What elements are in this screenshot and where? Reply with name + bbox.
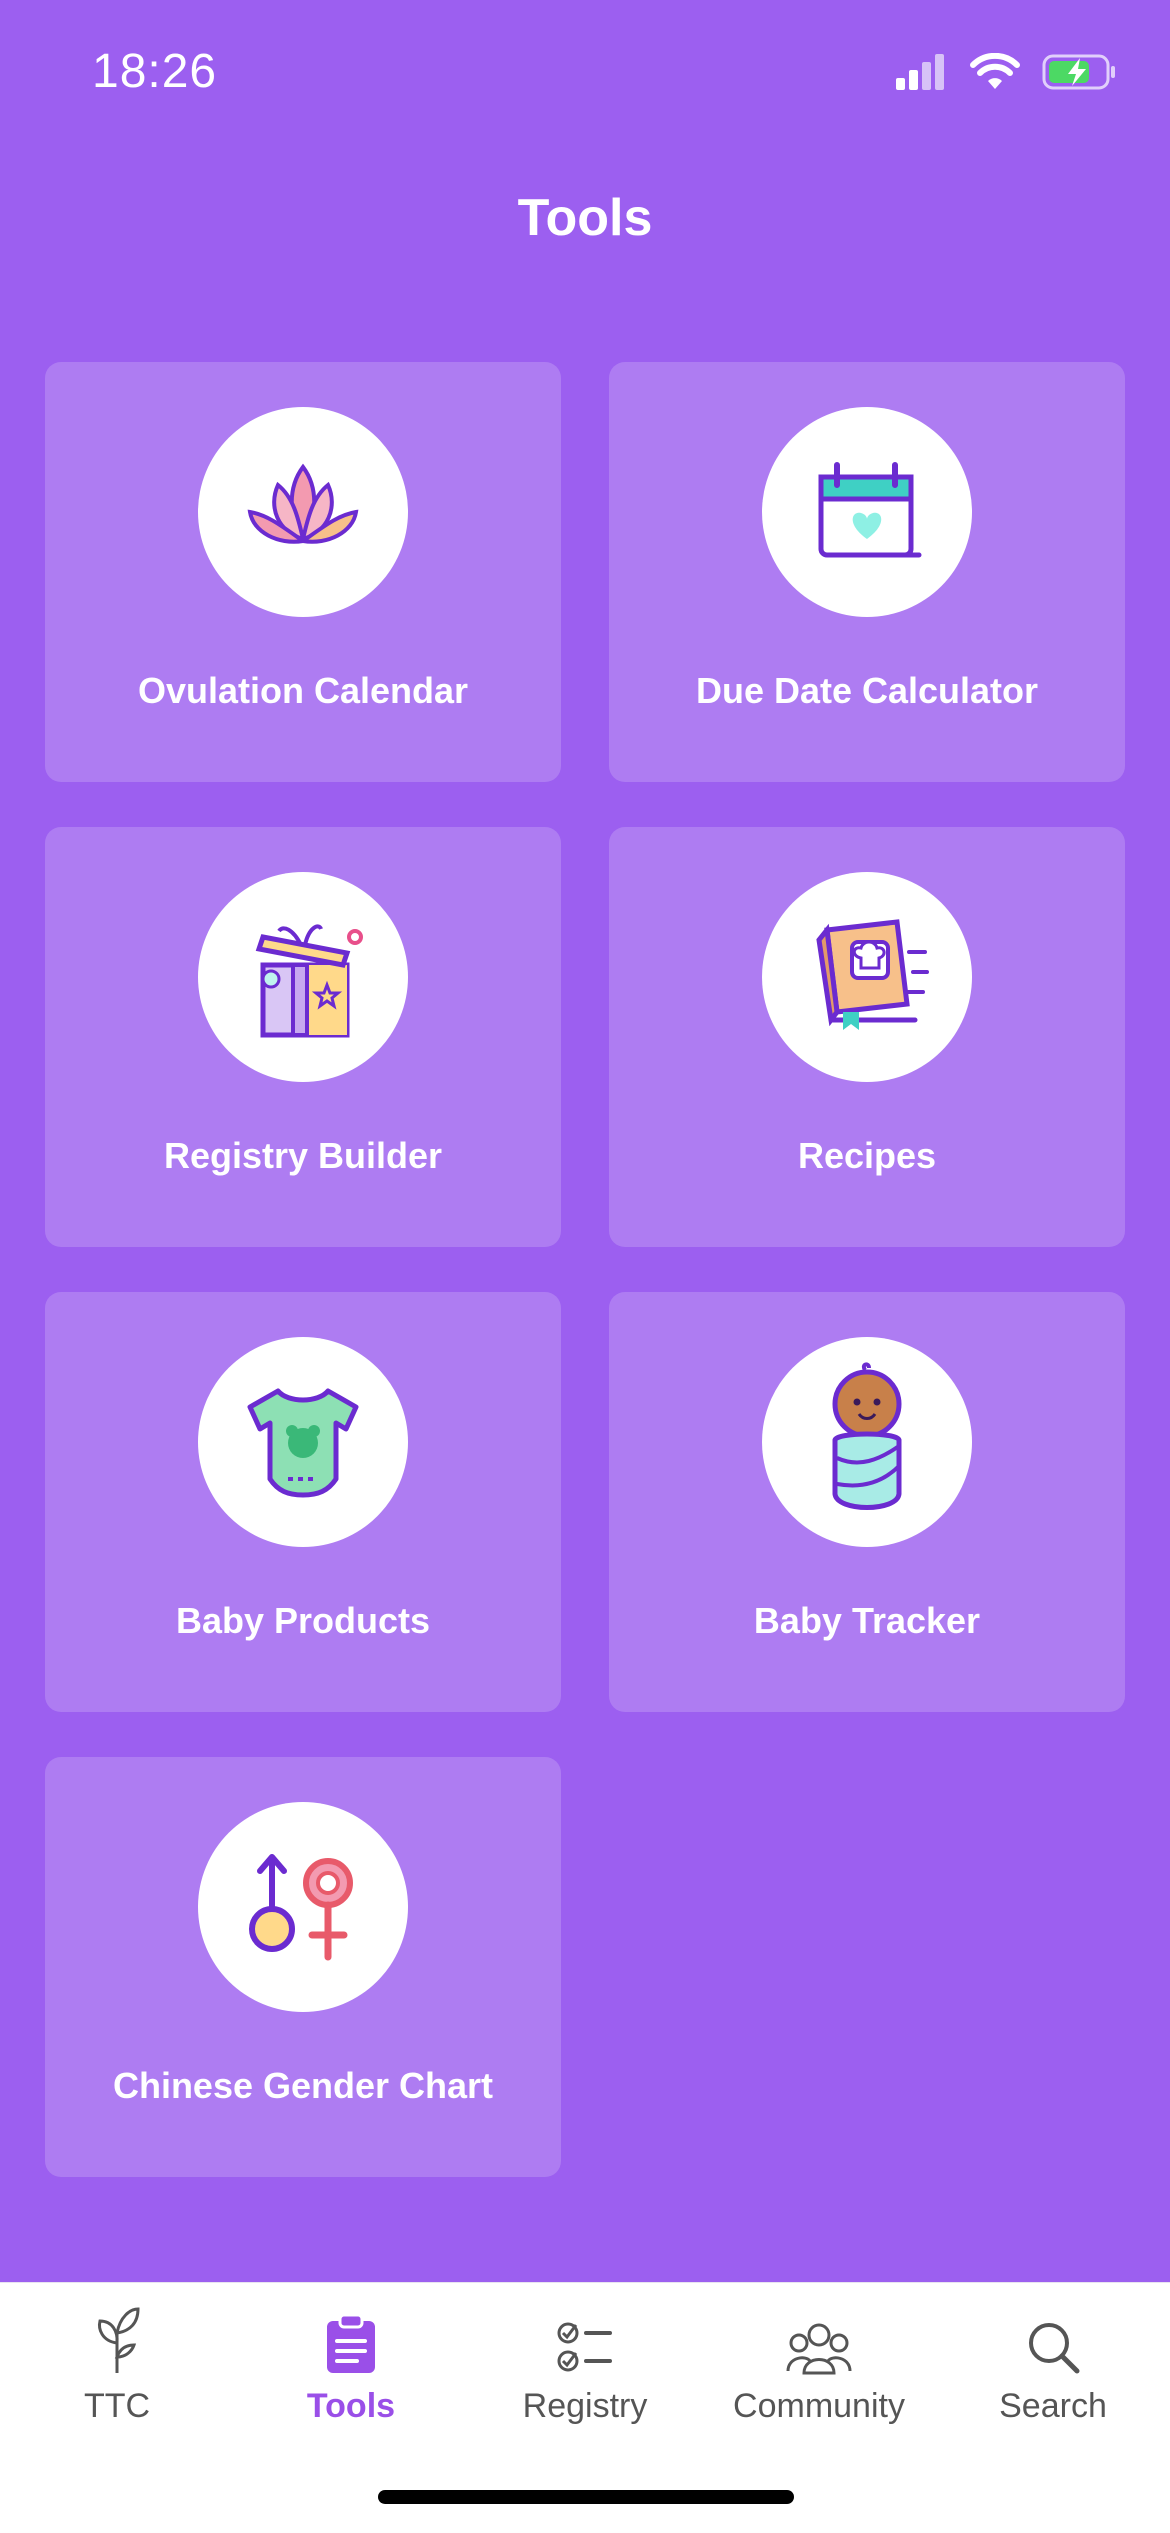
status-time: 18:26 <box>92 45 218 98</box>
tool-icon-circle <box>762 1337 972 1547</box>
tool-card-due-date-calculator[interactable]: Due Date Calculator <box>609 362 1125 782</box>
tool-label: Baby Products <box>175 1600 431 1641</box>
page-title: Tools <box>517 189 653 247</box>
status-icons <box>894 52 1118 92</box>
tool-label: Due Date Calculator <box>695 670 1039 711</box>
tool-card-ovulation-calendar[interactable]: Ovulation Calendar <box>45 362 561 782</box>
cellular-signal-icon <box>896 54 944 90</box>
sprout-icon <box>98 2307 140 2373</box>
wifi-icon <box>970 53 1020 89</box>
tab-label: Registry <box>522 2387 648 2425</box>
tab-label: TTC <box>83 2387 151 2425</box>
tool-card-chinese-gender-chart[interactable]: Chinese Gender Chart <box>45 1757 561 2177</box>
tool-icon-circle <box>762 407 972 617</box>
tab-search[interactable]: Search <box>936 2301 1170 2426</box>
tool-card-baby-products[interactable]: Baby Products <box>45 1292 561 1712</box>
onesie-icon <box>247 1388 359 1498</box>
tool-icon-circle <box>198 1802 408 2012</box>
battery-charging-icon <box>1042 54 1115 90</box>
status-bar: 18:26 <box>0 0 1170 150</box>
tab-community[interactable]: Community <box>702 2301 936 2426</box>
tab-label: Community <box>733 2387 905 2425</box>
tab-tools[interactable]: Tools <box>234 2301 468 2426</box>
tool-icon-circle <box>198 407 408 617</box>
checklist-icon <box>557 2322 612 2372</box>
people-icon <box>786 2323 852 2375</box>
search-icon <box>1029 2323 1080 2374</box>
tool-card-registry-builder[interactable]: Registry Builder <box>45 827 561 1247</box>
tool-label: Registry Builder <box>163 1135 443 1176</box>
tool-card-baby-tracker[interactable]: Baby Tracker <box>609 1292 1125 1712</box>
gift-box-icon <box>255 924 363 1038</box>
tool-label: Chinese Gender Chart <box>112 2065 494 2106</box>
tool-label: Baby Tracker <box>753 1600 981 1641</box>
tab-ttc[interactable]: TTC <box>0 2301 234 2426</box>
tool-icon-circle <box>198 872 408 1082</box>
tool-icon-circle <box>762 872 972 1082</box>
tool-label: Ovulation Calendar <box>137 670 469 711</box>
clipboard-icon <box>327 2313 375 2373</box>
lotus-icon <box>247 463 359 544</box>
cookbook-icon <box>816 919 929 1030</box>
swaddled-baby-icon <box>832 1362 902 1510</box>
calendar-heart-icon <box>818 462 922 558</box>
tab-registry[interactable]: Registry <box>468 2301 702 2426</box>
gender-symbols-icon <box>249 1854 353 1961</box>
tab-label: Search <box>999 2387 1107 2425</box>
tool-icon-circle <box>198 1337 408 1547</box>
home-indicator[interactable] <box>378 2490 794 2504</box>
tab-label: Tools <box>306 2387 396 2425</box>
tool-card-recipes[interactable]: Recipes <box>609 827 1125 1247</box>
tool-label: Recipes <box>797 1135 937 1176</box>
